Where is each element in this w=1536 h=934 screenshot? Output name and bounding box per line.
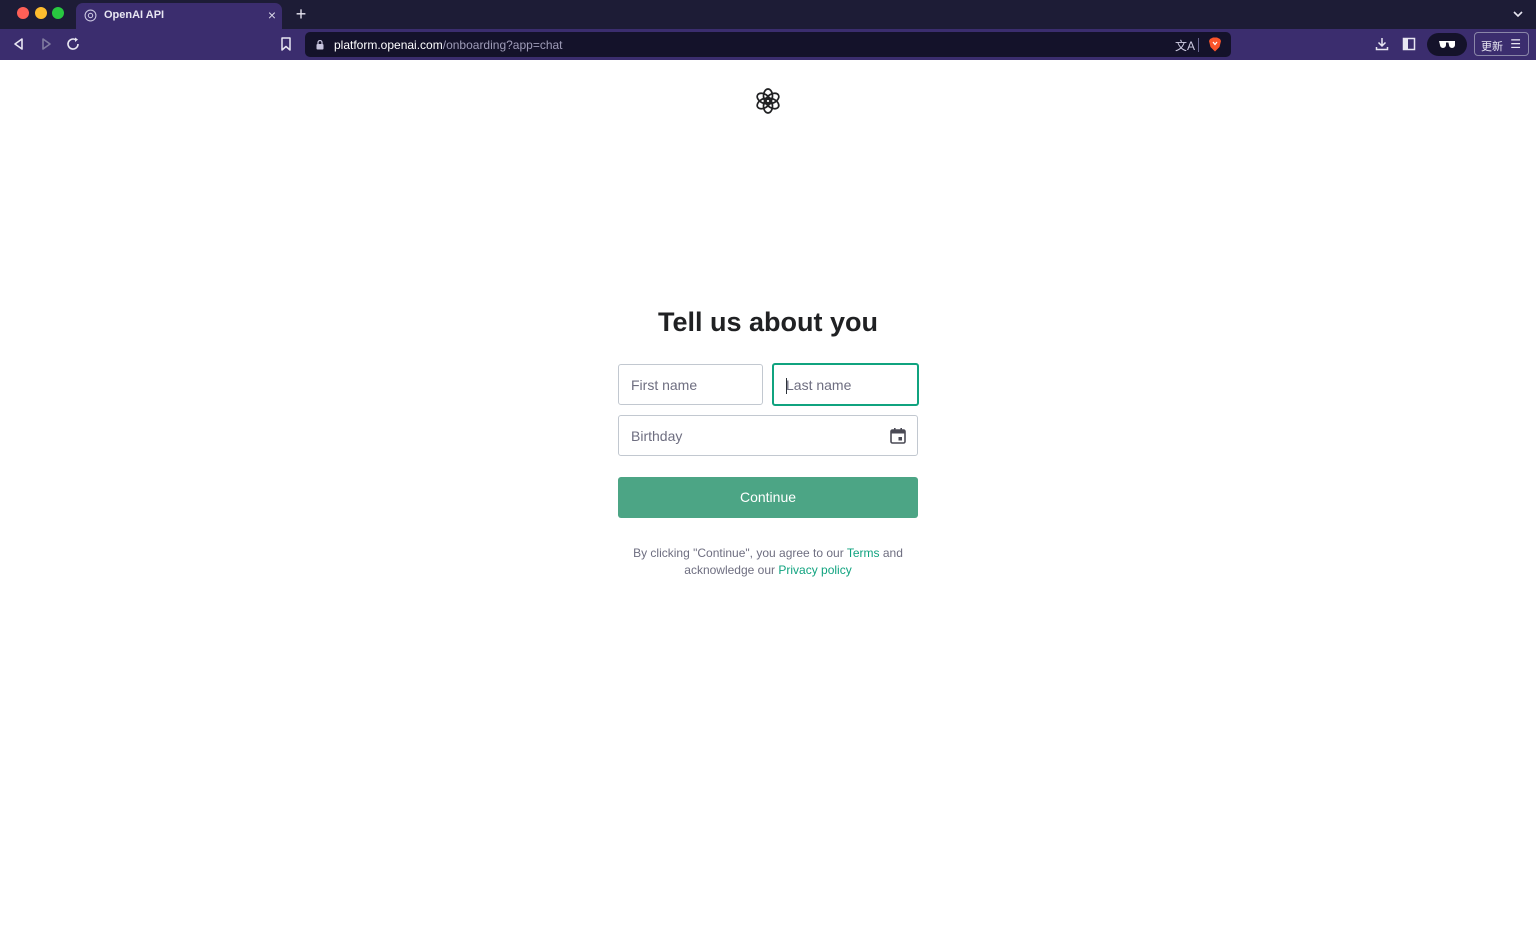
translate-icon[interactable]: 文A [1175, 37, 1195, 54]
lock-icon [316, 40, 324, 50]
url-text: platform.openai.com/onboarding?app=chat [334, 38, 563, 52]
reload-icon[interactable] [65, 36, 81, 52]
birthday-field [618, 415, 918, 456]
update-label: 更新 [1481, 41, 1503, 53]
openai-favicon-icon [84, 9, 97, 22]
forward-icon[interactable] [38, 36, 54, 52]
zoom-window-button[interactable] [52, 7, 64, 19]
sidebar-icon[interactable] [1401, 36, 1417, 52]
back-icon[interactable] [11, 36, 27, 52]
bookmark-icon[interactable] [278, 36, 294, 52]
last-name-input[interactable] [774, 365, 917, 404]
text-cursor [786, 378, 787, 394]
download-icon[interactable] [1374, 36, 1390, 52]
continue-button[interactable]: Continue [618, 477, 918, 518]
tab-title: OpenAI API [104, 9, 165, 21]
first-name-field [618, 364, 763, 405]
brave-shield-icon[interactable] [1208, 37, 1222, 52]
birthday-input[interactable] [619, 416, 917, 455]
new-tab-button[interactable]: + [292, 4, 310, 24]
update-button[interactable]: 更新 ☰ [1474, 32, 1529, 56]
page-title: Tell us about you [657, 307, 878, 337]
address-bar[interactable]: platform.openai.com/onboarding?app=chat … [305, 32, 1231, 57]
close-window-button[interactable] [17, 7, 29, 19]
tab-strip: OpenAI API × + [0, 0, 1536, 29]
tab-close-icon[interactable]: × [268, 6, 276, 24]
chevron-down-icon[interactable] [1512, 8, 1524, 20]
private-window-indicator[interactable] [1427, 33, 1467, 56]
legal-notice: By clicking "Continue", you agree to our… [618, 545, 918, 579]
minimize-window-button[interactable] [35, 7, 47, 19]
terms-link[interactable]: Terms [847, 546, 880, 560]
openai-logo-icon [756, 88, 780, 114]
url-host: platform.openai.com [334, 38, 443, 52]
browser-toolbar: platform.openai.com/onboarding?app=chat … [0, 29, 1536, 60]
last-name-field [772, 363, 919, 406]
calendar-icon[interactable] [889, 427, 907, 445]
first-name-input[interactable] [619, 365, 762, 404]
tab-openai-api[interactable]: OpenAI API × [76, 3, 282, 29]
onboarding-page: Tell us about you Continue By clicking "… [0, 60, 1536, 934]
legal-prefix: By clicking "Continue", you agree to our [633, 546, 844, 560]
glasses-icon [1439, 41, 1455, 48]
privacy-policy-link[interactable]: Privacy policy [778, 563, 851, 577]
url-divider [1198, 38, 1199, 52]
menu-icon: ☰ [1510, 37, 1521, 51]
url-path: /onboarding?app=chat [442, 38, 563, 52]
